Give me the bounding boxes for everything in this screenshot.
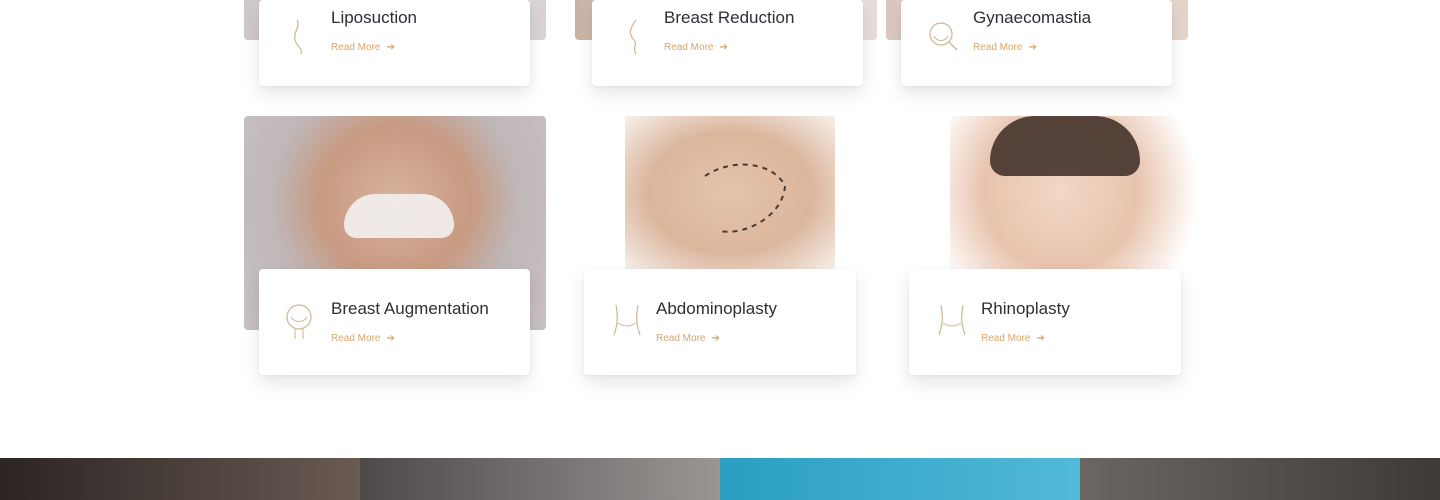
- body-silhouette-icon: [294, 19, 302, 54]
- arrow-right-icon: ➔: [711, 333, 720, 344]
- torso-profile-icon: [629, 19, 637, 54]
- arrow-right-icon: ➔: [1036, 333, 1045, 344]
- read-more-link[interactable]: Read More ➔: [973, 42, 1037, 53]
- read-more-link[interactable]: Read More ➔: [981, 333, 1045, 344]
- strip-image-4: [1080, 458, 1440, 500]
- card-title: Liposuction: [331, 8, 418, 27]
- arrow-right-icon: ➔: [719, 42, 728, 53]
- waist-icon: [938, 304, 966, 336]
- card-title: Rhinoplasty: [981, 299, 1070, 318]
- strip-image-3: [720, 458, 1080, 500]
- service-card-abdominoplasty[interactable]: Abdominoplasty Read More ➔: [584, 269, 856, 375]
- read-more-link[interactable]: Read More ➔: [656, 333, 720, 344]
- read-more-link[interactable]: Read More ➔: [331, 42, 395, 53]
- card-title: Breast Augmentation: [331, 299, 489, 318]
- arrow-right-icon: ➔: [1028, 42, 1037, 53]
- hair-shape: [990, 116, 1140, 176]
- card-title: Abdominoplasty: [656, 299, 777, 318]
- service-card-rhinoplasty[interactable]: Rhinoplasty Read More ➔: [909, 269, 1181, 375]
- read-more-link[interactable]: Read More ➔: [331, 333, 395, 344]
- service-card-liposuction[interactable]: Liposuction Read More ➔: [259, 0, 530, 86]
- strip-image-2: [360, 458, 720, 500]
- face-outline-icon: [286, 304, 312, 339]
- bra-shape: [344, 194, 454, 238]
- service-card-gynaecomastia[interactable]: Gynaecomastia Read More ➔: [901, 0, 1172, 86]
- arrow-right-icon: ➔: [386, 42, 395, 53]
- strip-image-1: [0, 458, 360, 500]
- incision-markings: [704, 163, 787, 233]
- service-card-breast-reduction[interactable]: Breast Reduction Read More ➔: [592, 0, 863, 86]
- read-more-link[interactable]: Read More ➔: [664, 42, 728, 53]
- face-magnifier-icon: [929, 22, 958, 51]
- waist-icon: [613, 304, 641, 336]
- card-title: Breast Reduction: [664, 8, 795, 27]
- bottom-image-strip: [0, 458, 1440, 500]
- card-title: Gynaecomastia: [973, 8, 1092, 27]
- abdominoplasty-photo: [625, 116, 835, 270]
- service-card-breast-augmentation[interactable]: Breast Augmentation Read More ➔: [259, 269, 530, 375]
- arrow-right-icon: ➔: [386, 333, 395, 344]
